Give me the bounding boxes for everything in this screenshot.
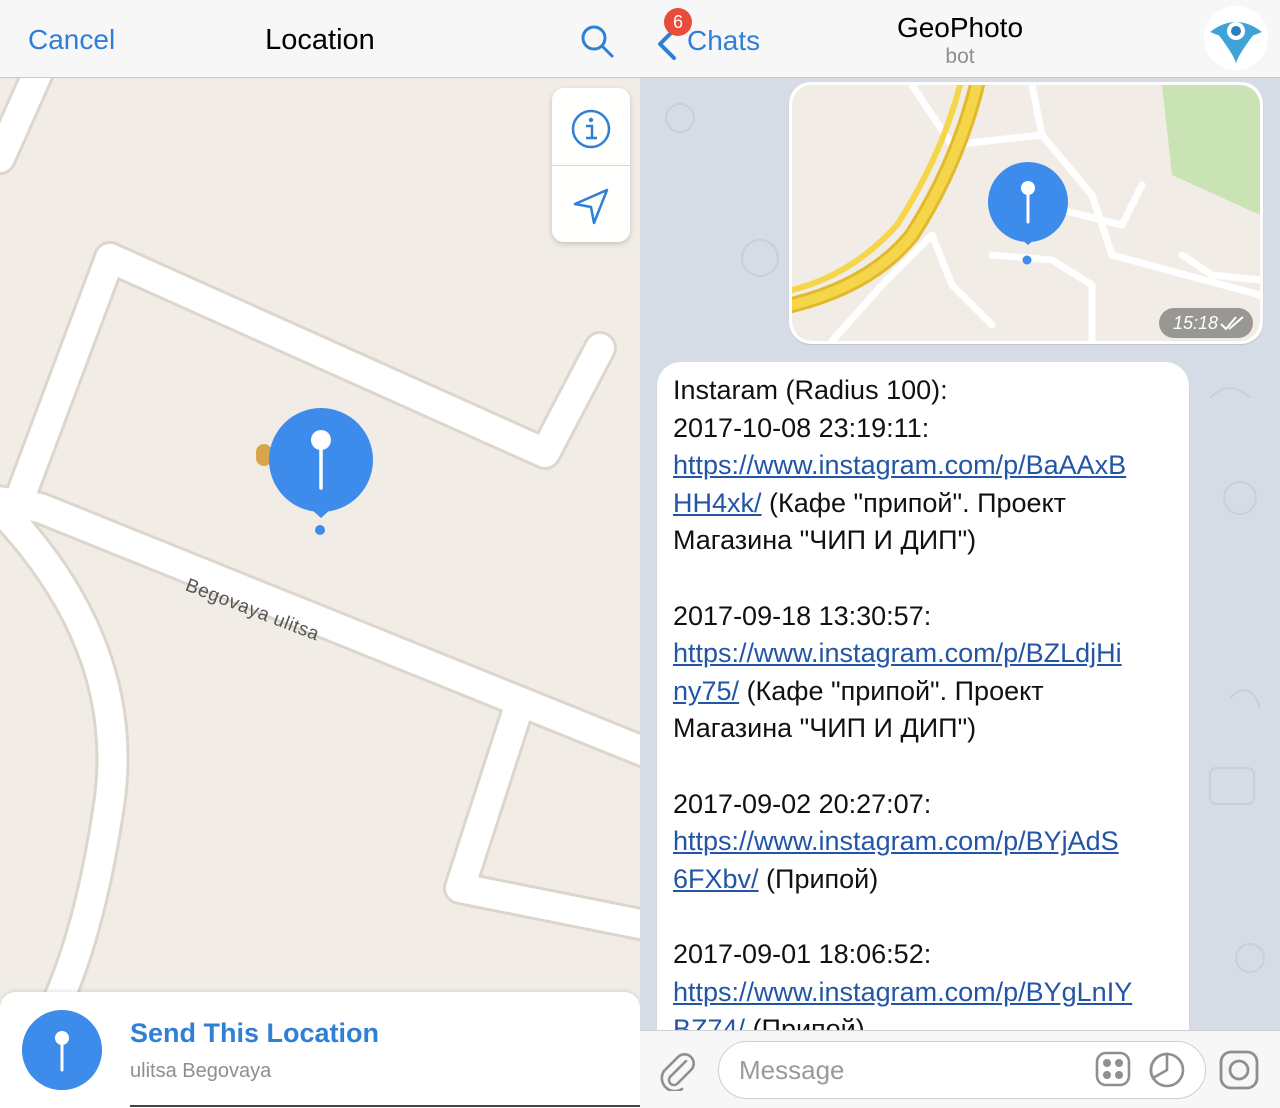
location-arrow-icon[interactable] [569, 184, 613, 228]
input-bar: Message [640, 1030, 1280, 1108]
message-timestamp: 15:18 [1159, 308, 1253, 338]
nav-bar: 6 Chats GeoPhoto bot [640, 0, 1280, 78]
entry-date: 2017-09-18 13:30:57: [673, 600, 932, 631]
chat-subtitle: bot [945, 45, 975, 68]
divider [552, 165, 630, 166]
divider [130, 1105, 640, 1107]
message-header: Instaram (Radius 100): [673, 375, 948, 405]
instagram-link[interactable]: https://www.instagram.com/p/BYgLnIY [673, 977, 1132, 1007]
sticker-icon[interactable] [1095, 1051, 1131, 1087]
entry-date: 2017-09-01 18:06:52: [673, 938, 932, 969]
chat-screen: 6 Chats GeoPhoto bot 15:18 Instaram (Rad… [640, 0, 1280, 1108]
page-title: Location [265, 24, 375, 56]
location-message[interactable]: 15:18 [789, 82, 1263, 344]
entry-description: (Припой) [758, 863, 879, 894]
entry-date: 2017-09-02 20:27:07: [673, 788, 932, 819]
send-location-row[interactable]: Send This Location ulitsa Begovaya [0, 992, 640, 1108]
paperclip-icon[interactable] [656, 1049, 698, 1091]
instagram-link[interactable]: https://www.instagram.com/p/BZLdjHi [673, 638, 1122, 668]
double-check-icon [1220, 316, 1244, 331]
entry-description: (Кафе "припой". Проект [761, 487, 1067, 518]
instagram-link[interactable]: https://www.instagram.com/p/BYjAdS [673, 826, 1119, 856]
instagram-link-continued[interactable]: ny75/ [673, 676, 739, 706]
nav-bar: Cancel Location [0, 0, 640, 78]
entry-date: 2017-10-08 23:19:11: [673, 412, 930, 443]
timer-icon[interactable] [1148, 1051, 1186, 1089]
entry-description: (Кафе "припой". Проект [739, 675, 1044, 706]
entry-description: Магазина "ЧИП И ДИП") [673, 713, 977, 744]
map-pin-icon[interactable] [266, 406, 376, 538]
instagram-link[interactable]: https://www.instagram.com/p/BaAAxB [673, 450, 1126, 480]
time-label: 15:18 [1173, 313, 1219, 333]
map-controls [552, 88, 630, 242]
address-label: ulitsa Begovaya [130, 1060, 272, 1082]
map-pin-icon [22, 1010, 102, 1090]
instagram-link-continued[interactable]: 6FXbv/ [673, 864, 759, 894]
entry-description: Магазина "ЧИП И ДИП") [673, 525, 977, 556]
location-picker-screen: Cancel Location Begovaya ulitsa Send Thi… [0, 0, 640, 1108]
message-input[interactable]: Message [718, 1041, 1206, 1099]
text-message[interactable]: Instaram (Radius 100): 2017-10-08 23:19:… [657, 362, 1189, 1082]
map-view[interactable] [0, 78, 640, 1008]
instagram-link-continued[interactable]: HH4xk/ [673, 488, 762, 518]
chat-title[interactable]: GeoPhoto [640, 12, 1280, 44]
info-icon[interactable] [569, 107, 613, 151]
avatar[interactable] [1204, 6, 1268, 70]
map-thumbnail[interactable] [792, 85, 1260, 341]
search-icon[interactable] [578, 22, 618, 62]
camera-icon[interactable] [1218, 1049, 1260, 1091]
message-list[interactable]: 15:18 Instaram (Radius 100): 2017-10-08 … [640, 78, 1280, 1098]
send-location-label: Send This Location [130, 1018, 380, 1048]
